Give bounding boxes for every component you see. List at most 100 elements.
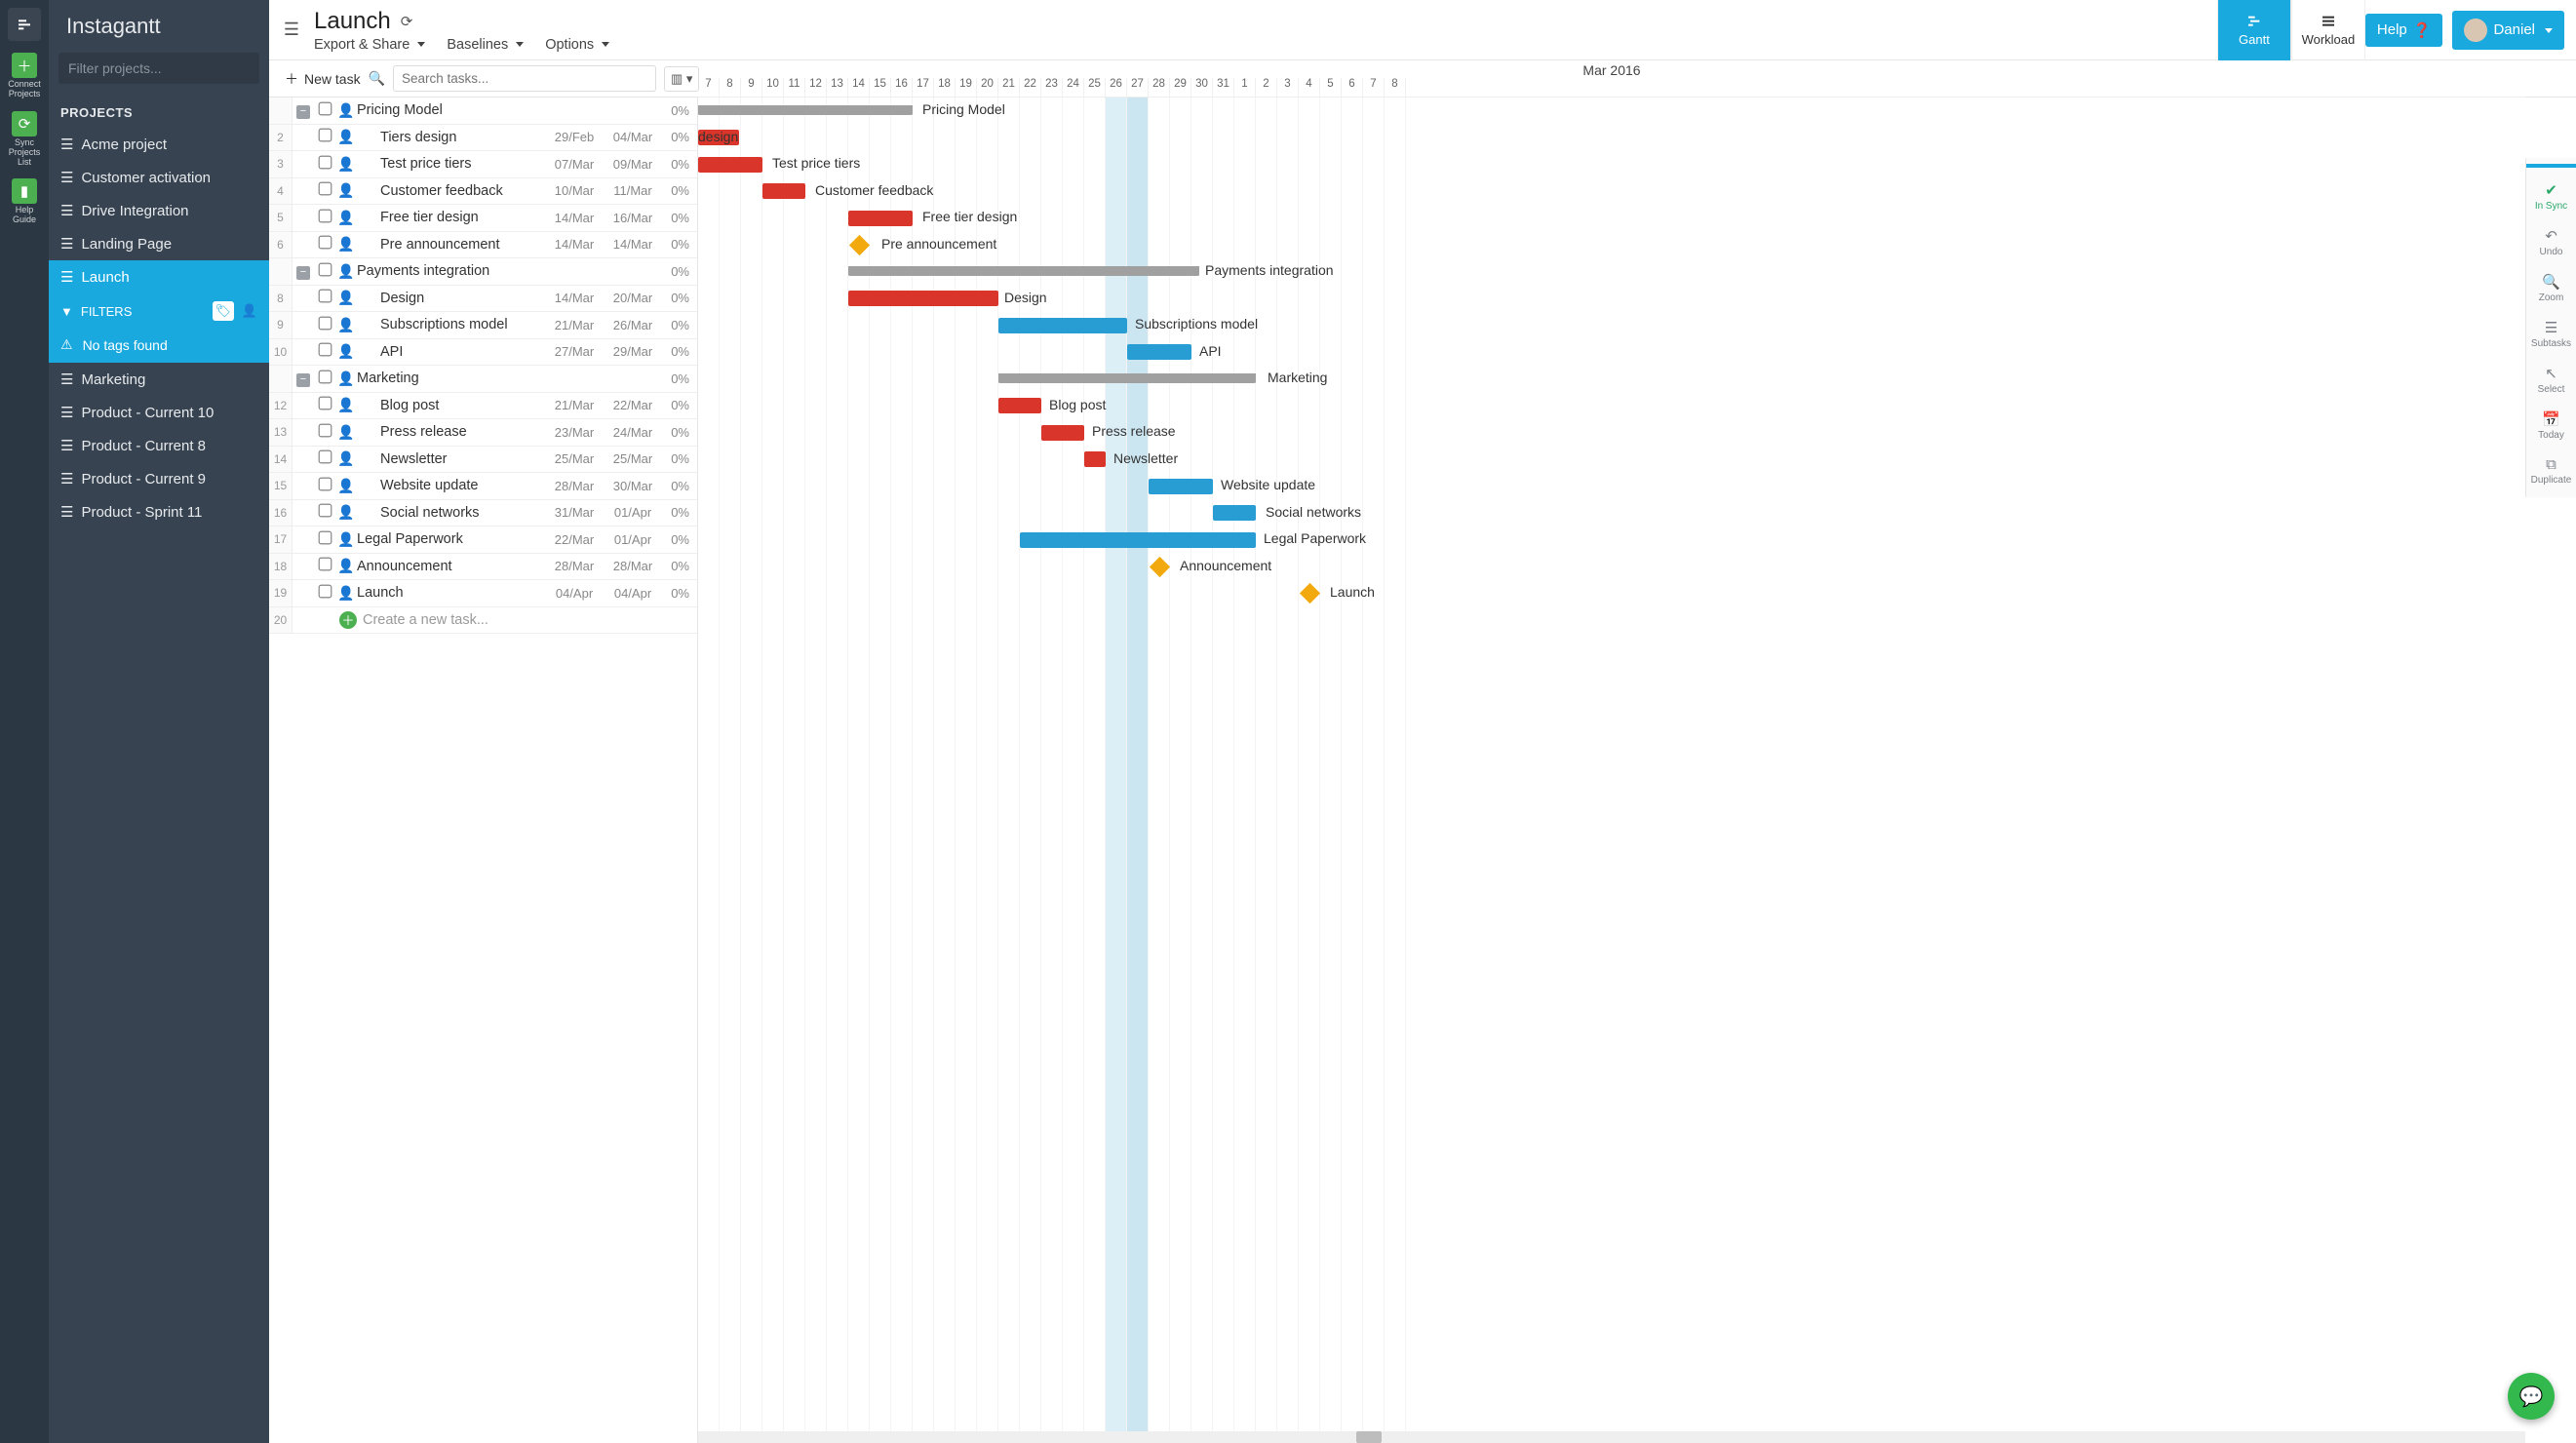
task-row[interactable]: 9👤Subscriptions model21/Mar26/Mar0% [269, 312, 697, 339]
duplicate-button[interactable]: ⧉Duplicate [2528, 450, 2575, 491]
collapse-icon[interactable]: − [296, 266, 310, 280]
task-row[interactable]: −👤Marketing0% [269, 366, 697, 393]
sidebar-project-product-current-10[interactable]: ☰Product - Current 10 [49, 396, 269, 429]
task-row[interactable]: 14👤Newsletter25/Mar25/Mar0% [269, 447, 697, 474]
gantt-bar[interactable] [848, 266, 1199, 276]
task-row[interactable]: 19👤Launch04/Apr04/Apr0% [269, 580, 697, 607]
filter-projects-input[interactable] [59, 53, 259, 84]
gantt-bar[interactable] [998, 398, 1041, 413]
task-row[interactable]: 5👤Free tier design14/Mar16/Mar0% [269, 205, 697, 232]
assignee-icon[interactable]: 👤 [335, 558, 357, 574]
timeline-day[interactable]: 12 [805, 78, 827, 97]
sidebar-project-product-current-8[interactable]: ☰Product - Current 8 [49, 429, 269, 462]
collapse-icon[interactable]: − [296, 105, 310, 119]
sidebar-project-acme-project[interactable]: ☰Acme project [49, 128, 269, 161]
gantt-bar[interactable] [1127, 344, 1191, 360]
help-button[interactable]: Help ❓ [2365, 14, 2443, 47]
task-row[interactable]: 2👤Tiers design29/Feb04/Mar0% [269, 125, 697, 152]
task-checkbox[interactable] [318, 129, 332, 142]
task-row[interactable]: 10👤API27/Mar29/Mar0% [269, 339, 697, 367]
search-icon[interactable]: 🔍 [369, 70, 385, 87]
timeline-day[interactable]: 18 [934, 78, 956, 97]
task-row[interactable]: 16👤Social networks31/Mar01/Apr0% [269, 500, 697, 527]
today-button[interactable]: 📅Today [2528, 405, 2575, 447]
assignee-icon[interactable]: 👤 [335, 182, 357, 199]
user-menu-button[interactable]: Daniel [2452, 11, 2564, 50]
task-checkbox[interactable] [318, 155, 332, 169]
connect-projects-button[interactable]: ＋ Connect Projects [8, 53, 41, 99]
assignee-icon[interactable]: 👤 [335, 290, 357, 306]
task-row[interactable]: 3👤Test price tiers07/Mar09/Mar0% [269, 151, 697, 178]
task-row[interactable]: 13👤Press release23/Mar24/Mar0% [269, 419, 697, 447]
assignee-icon[interactable]: 👤 [335, 478, 357, 494]
milestone-diamond[interactable] [849, 234, 870, 254]
timeline-day[interactable]: 4 [1299, 78, 1320, 97]
columns-toggle-button[interactable]: ▥ ▾ [664, 66, 699, 92]
assignee-icon[interactable]: 👤 [335, 263, 357, 280]
task-row[interactable]: 15👤Website update28/Mar30/Mar0% [269, 473, 697, 500]
task-row[interactable]: 17👤Legal Paperwork22/Mar01/Apr0% [269, 526, 697, 554]
timeline-day[interactable]: 3 [1277, 78, 1299, 97]
task-row[interactable]: −👤Pricing Model0% [269, 98, 697, 125]
task-checkbox[interactable] [318, 370, 332, 383]
horizontal-scrollbar[interactable] [698, 1431, 2525, 1443]
gantt-bar[interactable] [998, 373, 1256, 383]
task-checkbox[interactable] [318, 584, 332, 598]
timeline-day[interactable]: 22 [1020, 78, 1041, 97]
task-checkbox[interactable] [318, 236, 332, 250]
subtasks-button[interactable]: ☰Subtasks [2528, 313, 2575, 355]
assignee-icon[interactable]: 👤 [335, 210, 357, 226]
assignee-icon[interactable]: 👤 [335, 504, 357, 521]
filters-row[interactable]: ▼FILTERS🏷👤 [49, 293, 269, 329]
task-checkbox[interactable] [318, 101, 332, 115]
timeline-day[interactable]: 26 [1106, 78, 1127, 97]
task-row[interactable]: −👤Payments integration0% [269, 258, 697, 286]
task-checkbox[interactable] [318, 530, 332, 544]
sidebar-project-landing-page[interactable]: ☰Landing Page [49, 227, 269, 260]
gantt-bar[interactable] [1084, 451, 1106, 467]
task-checkbox[interactable] [318, 316, 332, 330]
sidebar-project-product-sprint-11[interactable]: ☰Product - Sprint 11 [49, 495, 269, 528]
timeline-day[interactable]: 27 [1127, 78, 1149, 97]
collapse-icon[interactable]: − [296, 373, 310, 387]
gantt-bar[interactable] [762, 183, 805, 199]
gantt-mode-tab[interactable]: Gantt [2217, 0, 2291, 60]
milestone-diamond[interactable] [1300, 583, 1320, 604]
refresh-icon[interactable]: ⟳ [401, 13, 413, 30]
assignee-icon[interactable]: 👤 [335, 370, 357, 387]
help-guide-button[interactable]: ▮ Help Guide [12, 178, 37, 225]
task-checkbox[interactable] [318, 343, 332, 357]
timeline-day[interactable]: 21 [998, 78, 1020, 97]
assignee-icon[interactable]: 👤 [335, 424, 357, 441]
timeline-day[interactable]: 8 [1385, 78, 1406, 97]
gantt-bar[interactable] [1020, 532, 1256, 548]
baselines-menu[interactable]: Baselines [447, 37, 524, 53]
gantt-bar[interactable] [698, 105, 913, 115]
assignee-icon[interactable]: 👤 [335, 102, 357, 119]
task-checkbox[interactable] [318, 450, 332, 464]
timeline-day[interactable]: 30 [1191, 78, 1213, 97]
task-checkbox[interactable] [318, 504, 332, 518]
task-row[interactable]: 4👤Customer feedback10/Mar11/Mar0% [269, 178, 697, 206]
task-row[interactable]: 6👤Pre announcement14/Mar14/Mar0% [269, 232, 697, 259]
assignee-icon[interactable]: 👤 [335, 585, 357, 602]
user-icon[interactable]: 👤 [242, 303, 257, 319]
timeline-day[interactable]: 11 [784, 78, 805, 97]
assignee-icon[interactable]: 👤 [335, 450, 357, 467]
assignee-icon[interactable]: 👤 [335, 129, 357, 145]
timeline-day[interactable]: 10 [762, 78, 784, 97]
timeline-day[interactable]: 9 [741, 78, 762, 97]
export-share-menu[interactable]: Export & Share [314, 37, 425, 53]
assignee-icon[interactable]: 👤 [335, 531, 357, 548]
select-button[interactable]: ↖Select [2528, 359, 2575, 401]
new-task-button[interactable]: ＋New task [279, 69, 361, 89]
gantt-chart[interactable]: Pricing ModeldesignTest price tiersCusto… [698, 98, 2576, 1443]
task-checkbox[interactable] [318, 262, 332, 276]
tag-icon[interactable]: 🏷 [213, 301, 234, 321]
milestone-diamond[interactable] [1150, 556, 1170, 576]
search-tasks-input[interactable] [393, 65, 656, 92]
task-checkbox[interactable] [318, 209, 332, 222]
task-checkbox[interactable] [318, 290, 332, 303]
timeline-day[interactable]: 7 [1363, 78, 1385, 97]
timeline-day[interactable]: 17 [913, 78, 934, 97]
